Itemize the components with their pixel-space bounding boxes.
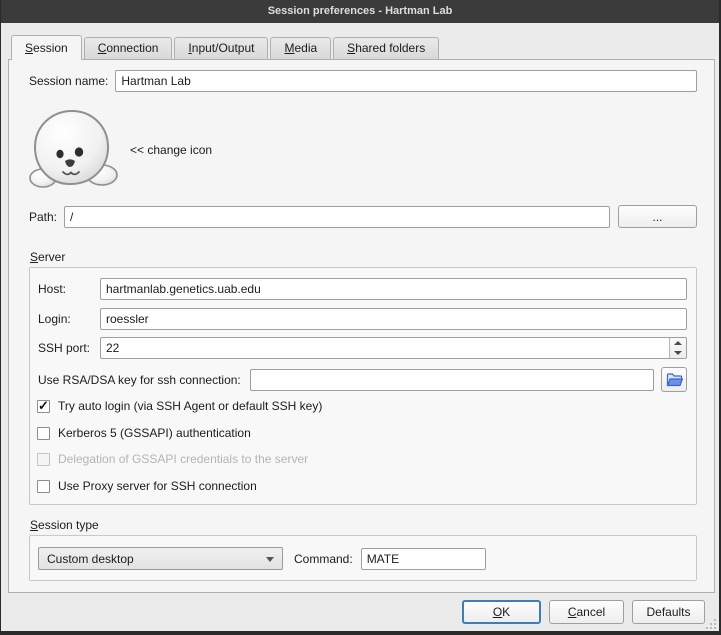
session-tab-pane: Session name: << chan: [8, 59, 715, 593]
auto-login-label: Try auto login (via SSH Agent or default…: [58, 399, 322, 413]
change-icon-label: << change icon: [130, 143, 212, 157]
session-type-dropdown[interactable]: Custom desktop: [38, 547, 283, 570]
path-input[interactable]: [64, 206, 610, 228]
gssapi-delegation-label: Delegation of GSSAPI credentials to the …: [58, 452, 308, 466]
ssh-port-label: SSH port:: [38, 341, 100, 355]
server-group-title: Server: [30, 250, 65, 264]
gssapi-delegation-checkbox: Delegation of GSSAPI credentials to the …: [37, 452, 308, 466]
server-groupbox: Host: Login: SSH port:: [29, 267, 697, 505]
session-type-groupbox: Custom desktop Command:: [29, 535, 697, 581]
rsa-key-input[interactable]: [250, 369, 654, 391]
kerberos-label: Kerberos 5 (GSSAPI) authentication: [58, 426, 251, 440]
tab-connection[interactable]: Connection: [84, 37, 173, 59]
session-preferences-window: Session preferences - Hartman Lab Sessio…: [0, 0, 721, 635]
checkbox-icon: [37, 453, 50, 466]
tab-bar: Session Connection Input/Output Media Sh…: [11, 34, 441, 59]
path-browse-button[interactable]: ...: [618, 205, 697, 228]
session-name-row: Session name:: [29, 70, 697, 92]
ssh-port-input[interactable]: [100, 337, 687, 359]
host-row: Host:: [38, 278, 687, 300]
rsa-key-label: Use RSA/DSA key for ssh connection:: [38, 373, 241, 387]
chevron-down-icon: [266, 557, 274, 562]
rsa-key-browse-button[interactable]: [661, 367, 687, 392]
resize-grip[interactable]: [704, 617, 717, 630]
checkbox-icon[interactable]: [37, 400, 50, 413]
defaults-button[interactable]: Defaults: [632, 600, 705, 624]
session-type-row: Custom desktop Command:: [38, 547, 687, 570]
dialog-content: Session Connection Input/Output Media Sh…: [1, 23, 719, 631]
spin-down-button[interactable]: [670, 348, 686, 358]
command-label: Command:: [294, 552, 353, 566]
tab-session[interactable]: Session: [11, 35, 82, 60]
tab-shared-folders[interactable]: Shared folders: [333, 37, 439, 59]
ssh-port-spinbox: [100, 337, 687, 359]
folder-open-icon: [666, 372, 683, 387]
kerberos-checkbox[interactable]: Kerberos 5 (GSSAPI) authentication: [37, 426, 251, 440]
chevron-up-icon: [674, 341, 682, 345]
session-type-selected-value: Custom desktop: [47, 552, 134, 566]
tab-input-output[interactable]: Input/Output: [174, 37, 268, 59]
window-title: Session preferences - Hartman Lab: [268, 5, 453, 17]
host-label: Host:: [38, 282, 100, 296]
checkbox-icon[interactable]: [37, 480, 50, 493]
login-row: Login:: [38, 308, 687, 330]
command-input[interactable]: [361, 548, 486, 570]
session-name-label: Session name:: [29, 74, 108, 88]
path-label: Path:: [29, 210, 57, 224]
host-input[interactable]: [100, 278, 687, 300]
ok-button[interactable]: OK: [462, 600, 541, 624]
seal-icon[interactable]: [27, 109, 119, 190]
cancel-button[interactable]: Cancel: [549, 600, 624, 624]
rsa-key-row: Use RSA/DSA key for ssh connection:: [38, 367, 687, 392]
spin-up-button[interactable]: [670, 338, 686, 348]
login-input[interactable]: [100, 308, 687, 330]
ssh-port-spinner: [669, 338, 686, 358]
chevron-down-icon: [674, 351, 682, 355]
login-label: Login:: [38, 312, 100, 326]
path-row: Path: ...: [29, 205, 697, 228]
tab-media[interactable]: Media: [270, 37, 331, 59]
dialog-buttons: OK Cancel Defaults: [454, 600, 705, 624]
proxy-server-label: Use Proxy server for SSH connection: [58, 479, 257, 493]
session-name-input[interactable]: [115, 70, 697, 92]
proxy-server-checkbox[interactable]: Use Proxy server for SSH connection: [37, 479, 257, 493]
auto-login-checkbox[interactable]: Try auto login (via SSH Agent or default…: [37, 399, 322, 413]
ssh-port-row: SSH port:: [38, 337, 687, 359]
titlebar[interactable]: Session preferences - Hartman Lab: [1, 0, 719, 23]
session-type-group-title: Session type: [30, 518, 99, 532]
checkbox-icon[interactable]: [37, 427, 50, 440]
